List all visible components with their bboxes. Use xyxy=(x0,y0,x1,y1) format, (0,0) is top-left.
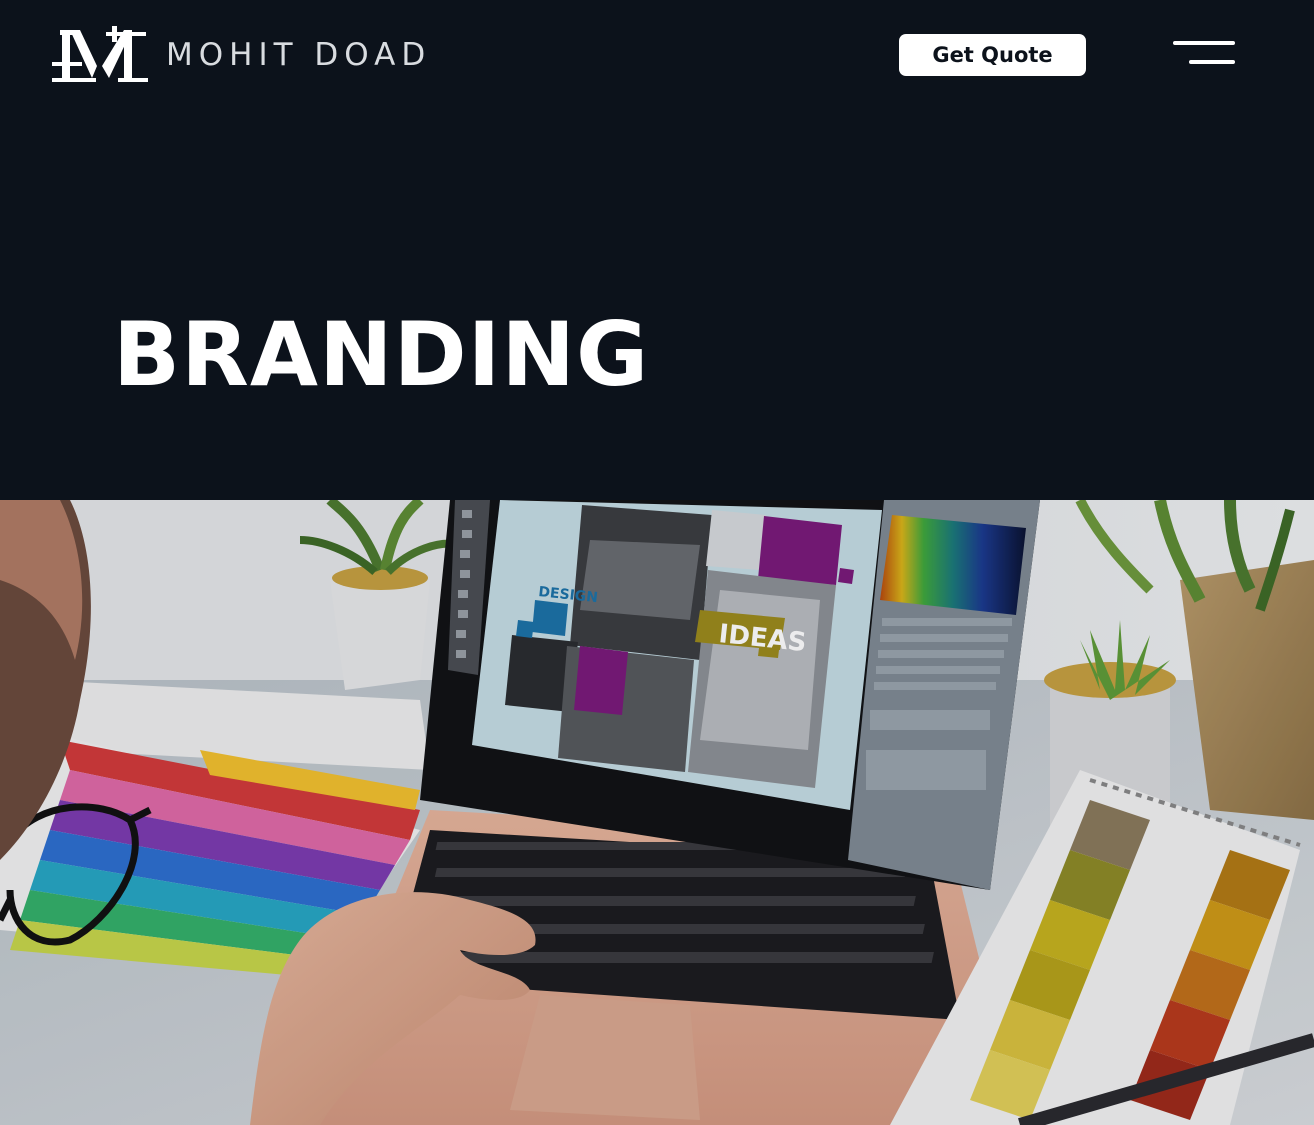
hero-illustration: DESIGN IDEAS xyxy=(0,500,1314,1125)
get-quote-button[interactable]: Get Quote xyxy=(899,34,1086,76)
hamburger-menu-icon[interactable] xyxy=(1170,38,1238,70)
logo-monogram-icon xyxy=(52,26,148,82)
page: MOHIT DOAD Get Quote BRANDING DESIGN IDE… xyxy=(0,0,1314,1125)
menu-line-top xyxy=(1173,41,1235,45)
hero-image: DESIGN IDEAS xyxy=(0,500,1314,1125)
logo-text: MOHIT DOAD xyxy=(166,36,432,73)
menu-line-bottom xyxy=(1189,60,1235,64)
image-tint xyxy=(0,500,1314,1125)
page-title: BRANDING xyxy=(113,303,650,406)
site-logo[interactable]: MOHIT DOAD xyxy=(52,26,431,84)
